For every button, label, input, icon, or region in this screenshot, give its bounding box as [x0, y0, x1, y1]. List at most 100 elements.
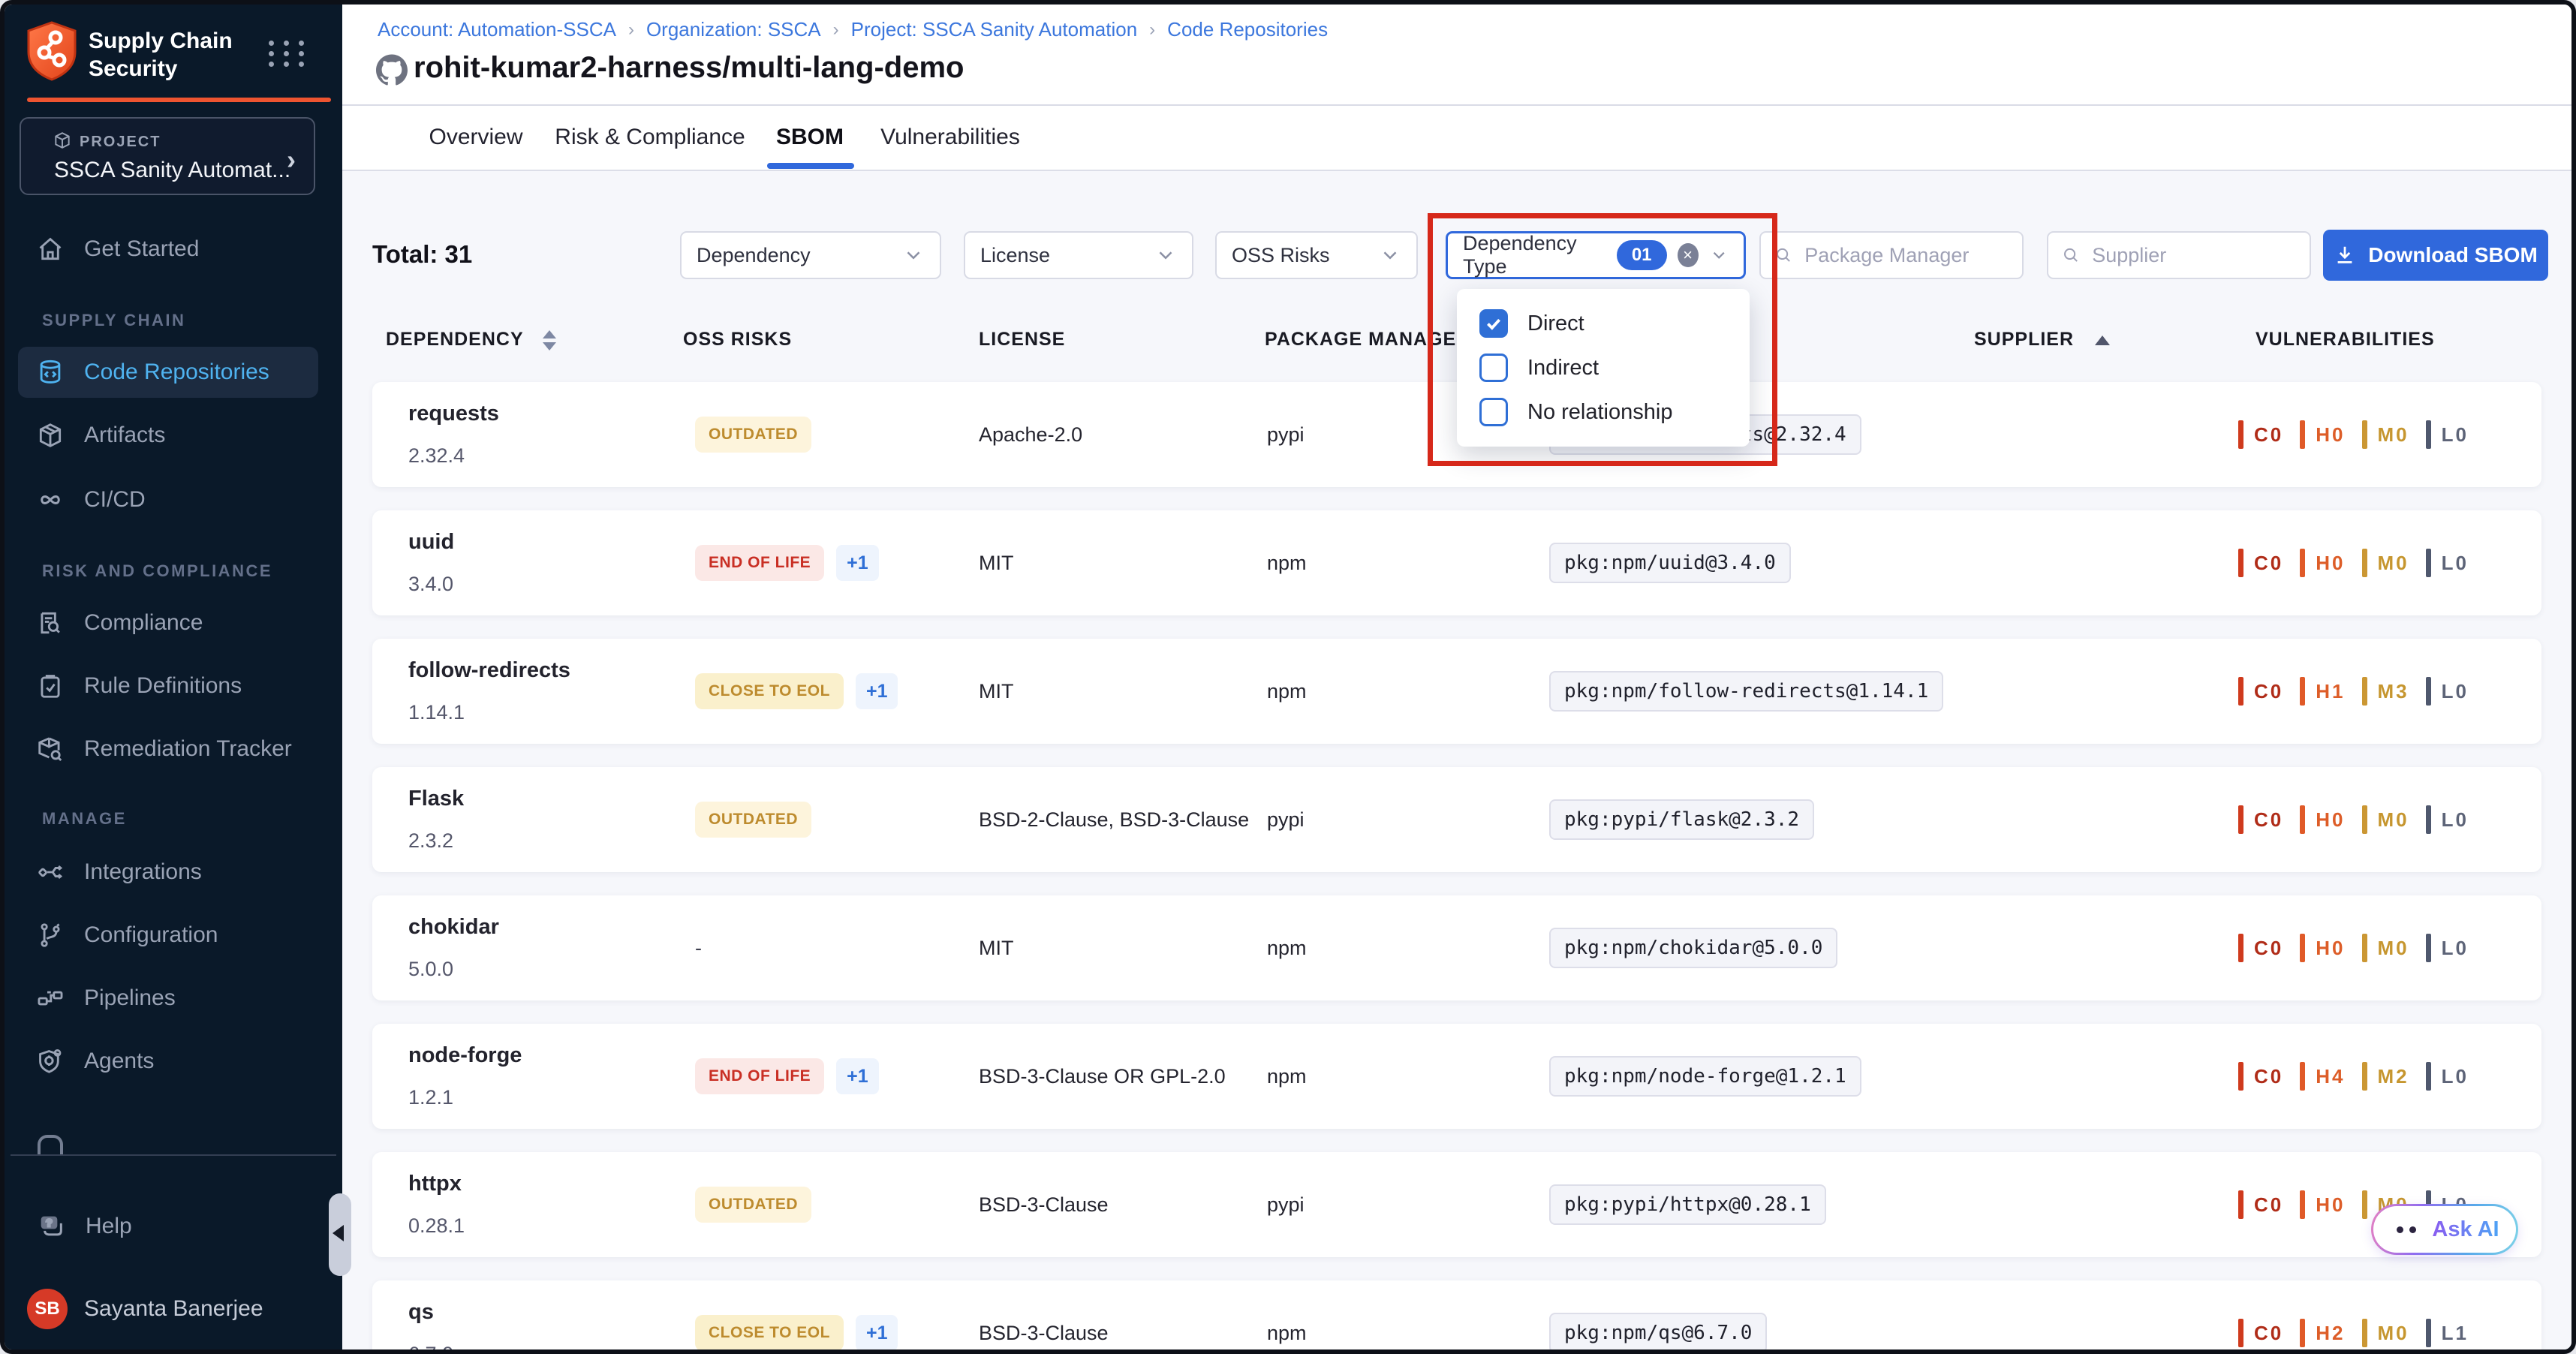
column-header-supplier[interactable]: SUPPLIER	[1974, 329, 2110, 351]
user-menu[interactable]: SB Sayanta Banerjee	[5, 1283, 342, 1334]
package-manager-search-input[interactable]	[1803, 243, 2009, 268]
breadcrumb-code-repositories[interactable]: Code Repositories	[1167, 18, 1328, 41]
tab-risk-compliance[interactable]: Risk & Compliance	[555, 125, 745, 150]
column-header-vulnerabilities[interactable]: VULNERABILITIES	[2256, 329, 2435, 351]
table-row[interactable]: follow-redirects1.14.1 CLOSE TO EOL+1 MI…	[372, 639, 2541, 744]
risk-more-badge[interactable]: +1	[856, 673, 898, 709]
app-window: Supply Chain Security PROJECT SSCA Sanit…	[0, 0, 2576, 1354]
clear-filter-icon[interactable]: ×	[1678, 243, 1699, 267]
download-sbom-label: Download SBOM	[2368, 243, 2538, 267]
table-row[interactable]: chokidar5.0.0 - MIT npm pkg:npm/chokidar…	[372, 895, 2541, 1000]
breadcrumb-account[interactable]: Account: Automation-SSCA	[378, 18, 616, 41]
download-sbom-button[interactable]: Download SBOM	[2323, 230, 2548, 281]
license: MIT	[979, 552, 1267, 575]
sidebar-item-help[interactable]: ? Help	[5, 1201, 342, 1252]
sort-ascending-icon	[2095, 335, 2110, 345]
sidebar-item-code-repositories[interactable]: Code Repositories	[18, 347, 318, 398]
dependency-version: 1.14.1	[408, 701, 695, 724]
sidebar-item-label: CI/CD	[84, 487, 146, 513]
column-header-dependency[interactable]: DEPENDENCY	[386, 329, 556, 351]
package-manager: npm	[1267, 1065, 1549, 1088]
license: BSD-3-Clause	[979, 1322, 1267, 1345]
sidebar: Supply Chain Security PROJECT SSCA Sanit…	[5, 5, 342, 1349]
purl-pill: pkg:npm/node-forge@1.2.1	[1549, 1056, 1861, 1097]
sidebar-item-label: Configuration	[84, 922, 218, 948]
table-row[interactable]: Flask2.3.2 OUTDATED BSD-2-Clause, BSD-3-…	[372, 767, 2541, 872]
license-filter-select[interactable]: License	[964, 231, 1193, 279]
sidebar-section-manage: MANAGE	[42, 809, 127, 829]
checkbox-unchecked-icon[interactable]	[1479, 398, 1508, 426]
ask-ai-button[interactable]: Ask AI	[2371, 1204, 2518, 1255]
page-title: rohit-kumar2-harness/multi-lang-demo	[414, 51, 964, 85]
sidebar-item-cicd[interactable]: CI/CD	[5, 474, 342, 525]
risk-more-badge[interactable]: +1	[836, 545, 879, 581]
chevron-separator: ›	[628, 20, 634, 41]
sort-icon[interactable]	[543, 330, 556, 351]
vulnerability-counts: C0 H0 M0 L0	[2238, 805, 2541, 834]
option-no-relationship[interactable]: No relationship	[1457, 398, 1750, 426]
sidebar-collapse-handle[interactable]	[329, 1193, 351, 1276]
option-direct[interactable]: Direct	[1457, 309, 1750, 338]
sidebar-item-get-started[interactable]: Get Started	[5, 224, 342, 275]
download-icon	[2334, 244, 2356, 266]
risk-badge: OUTDATED	[695, 417, 811, 453]
breadcrumb-organization[interactable]: Organization: SSCA	[646, 18, 821, 41]
tab-vulnerabilities[interactable]: Vulnerabilities	[880, 125, 1020, 150]
table-row[interactable]: uuid3.4.0 END OF LIFE+1 MIT npm pkg:npm/…	[372, 510, 2541, 615]
ask-ai-label: Ask AI	[2432, 1217, 2499, 1242]
project-name: SSCA Sanity Automat...	[54, 158, 290, 183]
table-row[interactable]: httpx0.28.1 OUTDATED BSD-3-Clause pypi p…	[372, 1152, 2541, 1257]
risk-more-badge[interactable]: +1	[856, 1315, 898, 1351]
risk-badge: CLOSE TO EOL	[695, 673, 844, 709]
sidebar-item-integrations[interactable]: Integrations	[5, 847, 342, 898]
module-grid-icon[interactable]	[269, 41, 308, 67]
risk-empty: -	[695, 937, 702, 960]
checkbox-checked-icon[interactable]	[1479, 309, 1508, 338]
github-icon	[376, 54, 408, 89]
sidebar-item-compliance[interactable]: Compliance	[5, 597, 342, 648]
sidebar-item-artifacts[interactable]: Artifacts	[5, 410, 342, 461]
package-manager: npm	[1267, 1322, 1549, 1345]
package-manager: npm	[1267, 937, 1549, 960]
project-selector[interactable]: PROJECT SSCA Sanity Automat... ›	[20, 117, 315, 195]
oss-risks-filter-select[interactable]: OSS Risks	[1215, 231, 1418, 279]
checkbox-unchecked-icon[interactable]	[1479, 354, 1508, 382]
sidebar-item-remediation-tracker[interactable]: Remediation Tracker	[5, 724, 342, 775]
package-manager: pypi	[1267, 1193, 1549, 1217]
risk-badge: END OF LIFE	[695, 1058, 824, 1094]
supplier-search-input[interactable]	[2090, 243, 2296, 268]
breadcrumb-project[interactable]: Project: SSCA Sanity Automation	[851, 18, 1138, 41]
sidebar-item-agents[interactable]: Agents	[5, 1036, 342, 1087]
configuration-icon	[36, 921, 65, 949]
app-title: Supply Chain Security	[89, 27, 233, 83]
sidebar-item-label: Compliance	[84, 610, 203, 636]
column-header-license[interactable]: LICENSE	[979, 329, 1065, 351]
table-row[interactable]: node-forge1.2.1 END OF LIFE+1 BSD-3-Clau…	[372, 1024, 2541, 1129]
risk-more-badge[interactable]: +1	[836, 1058, 879, 1094]
tab-overview[interactable]: Overview	[429, 125, 522, 150]
supplier-search	[2047, 231, 2311, 279]
option-indirect[interactable]: Indirect	[1457, 354, 1750, 382]
license: MIT	[979, 680, 1267, 703]
project-cube-icon	[53, 131, 72, 154]
sidebar-item-label: Remediation Tracker	[84, 736, 292, 762]
sidebar-item-label: Help	[86, 1214, 132, 1239]
svg-text:?: ?	[46, 1217, 53, 1229]
tab-sbom[interactable]: SBOM	[776, 125, 844, 150]
dependency-filter-select[interactable]: Dependency	[680, 231, 941, 279]
search-icon	[1774, 245, 1792, 266]
chevron-down-icon	[1154, 244, 1177, 266]
project-label: PROJECT	[80, 134, 161, 151]
selected-count-badge: 01	[1617, 240, 1667, 270]
scrolled-item-fragment-icon	[38, 1135, 63, 1154]
column-header-package-manager[interactable]: PACKAGE MANAGER	[1265, 329, 1470, 351]
table-row[interactable]: qs6.7.0 CLOSE TO EOL+1 BSD-3-Clause npm …	[372, 1280, 2541, 1354]
dependency-type-filter-select[interactable]: Dependency Type 01 ×	[1446, 231, 1746, 279]
sidebar-item-rule-definitions[interactable]: Rule Definitions	[5, 660, 342, 712]
column-header-oss-risks[interactable]: OSS RISKS	[683, 329, 792, 351]
dependency-version: 6.7.0	[408, 1343, 695, 1354]
collapse-arrow-icon	[333, 1225, 344, 1241]
sidebar-item-pipelines[interactable]: Pipelines	[5, 973, 342, 1024]
sidebar-item-configuration[interactable]: Configuration	[5, 910, 342, 961]
shield-gear-icon	[36, 1047, 65, 1076]
